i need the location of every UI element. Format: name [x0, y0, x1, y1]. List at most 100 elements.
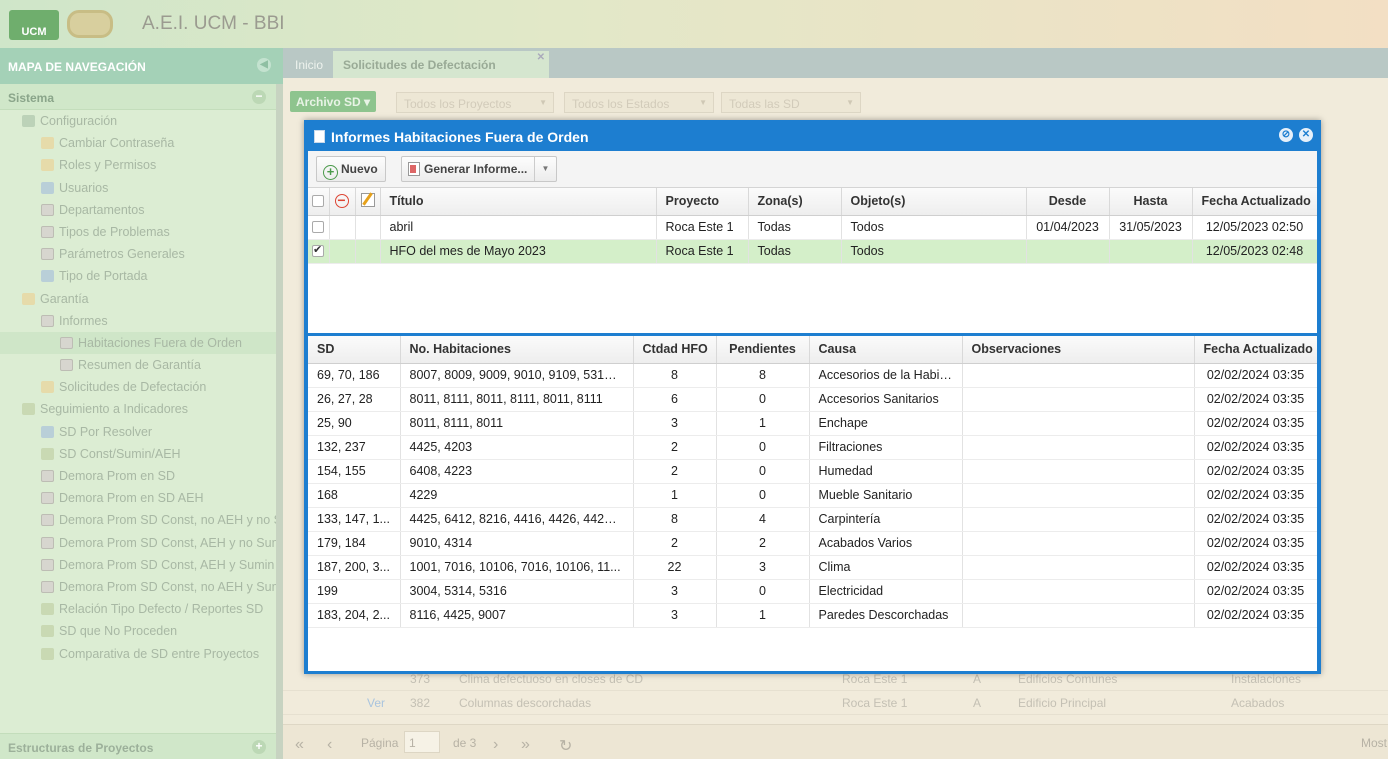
close-tab-icon[interactable]: ✕	[537, 52, 545, 63]
partner-logo	[67, 10, 113, 38]
cell-desde: 01/04/2023	[1026, 215, 1110, 240]
sidebar-item[interactable]: Tipo de Portada	[0, 265, 283, 287]
sidebar-item[interactable]: Relación Tipo Defecto / Reportes SD	[0, 598, 283, 620]
sidebar-item[interactable]: Comparativa de SD entre Proyectos	[0, 643, 283, 665]
cell-fecha-actualizado: 02/02/2024 03:35	[1194, 459, 1317, 484]
sidebar-item[interactable]: Demora Prom en SD	[0, 465, 283, 487]
table-row[interactable]: Ver 382 Columnas descorchadas Roca Este …	[283, 691, 1388, 715]
sidebar-item[interactable]: Usuarios	[0, 177, 283, 199]
hfo-row[interactable]: 183, 204, 2... 8116, 4425, 9007 3 1 Paredes …	[308, 603, 1317, 628]
hfo-row[interactable]: 133, 147, 1... 4425, 6412, 8216, 4416, 44…	[308, 507, 1317, 532]
col-pendientes[interactable]: Pendientes	[716, 336, 810, 364]
refresh-icon[interactable]: ↻	[559, 736, 572, 756]
next-page-icon[interactable]: ›	[493, 736, 498, 754]
report-icon	[408, 162, 420, 176]
archivo-sd-button[interactable]: Archivo SD ▾	[290, 91, 377, 112]
col-desde[interactable]: Desde	[1026, 188, 1110, 216]
hfo-row[interactable]: 187, 200, 3... 1001, 7016, 10106, 7016, 1…	[308, 555, 1317, 580]
hfo-row[interactable]: 179, 184 9010, 4314 2 2 Acabados Varios 02/02…	[308, 531, 1317, 556]
hfo-row[interactable]: 199 3004, 5314, 5316 3 0 Electricidad 02/02/2…	[308, 579, 1317, 604]
close-icon[interactable]: ✕	[1299, 128, 1313, 142]
bar-chart-icon	[41, 603, 54, 616]
collapse-section-icon[interactable]: −	[252, 90, 266, 104]
cell-proyecto: Roca Este 1	[842, 672, 908, 686]
sidebar-item[interactable]: Configuración	[0, 110, 283, 132]
col-causa[interactable]: Causa	[809, 336, 963, 364]
folder-icon	[22, 292, 35, 305]
chevron-down-icon[interactable]: ▼	[534, 157, 556, 181]
first-page-icon[interactable]: «	[295, 736, 304, 754]
sidebar-item[interactable]: Departamentos	[0, 199, 283, 221]
hfo-row[interactable]: 168 4229 1 0 Mueble Sanitario 02/02/2024 03:3…	[308, 483, 1317, 508]
sidebar-item[interactable]: Solicitudes de Defectación	[0, 376, 283, 398]
sidebar-item[interactable]: Roles y Permisos	[0, 154, 283, 176]
sd-select[interactable]: Todas las SD ▼	[721, 92, 861, 113]
generate-report-button[interactable]: Generar Informe... ▼	[401, 156, 557, 182]
page-number-input[interactable]: 1	[404, 731, 440, 753]
cell-causa: Carpintería	[809, 507, 963, 532]
col-fecha-actualizado[interactable]: Fecha Actualizado	[1194, 336, 1317, 364]
row-checkbox[interactable]	[308, 239, 330, 264]
sidebar-item-label: SD que No Proceden	[59, 624, 178, 639]
col-zonas[interactable]: Zona(s)	[748, 188, 842, 216]
cell-lugar: Edificios Comunes	[1018, 672, 1118, 686]
last-page-icon[interactable]: »	[521, 736, 530, 754]
proyectos-select[interactable]: Todos los Proyectos ▼	[396, 92, 554, 113]
ver-link[interactable]: Ver	[367, 696, 385, 710]
tab-solicitudes[interactable]: Solicitudes de Defectación ✕	[333, 51, 549, 78]
window-titlebar[interactable]: Informes Habitaciones Fuera de Orden ⊘ ✕	[304, 120, 1321, 151]
col-fecha[interactable]: Fecha Actualizado	[1192, 188, 1317, 216]
estados-select[interactable]: Todos los Estados ▼	[564, 92, 714, 113]
hfo-row[interactable]: 154, 155 6408, 4223 2 0 Humedad 02/02/2024 03…	[308, 459, 1317, 484]
sidebar-item[interactable]: Demora Prom SD Const, AEH y Sumin	[0, 554, 283, 576]
sidebar-item[interactable]: Cambiar Contraseña	[0, 132, 283, 154]
collapse-sidebar-icon[interactable]: ◀	[257, 58, 271, 72]
row-checkbox[interactable]	[308, 215, 330, 240]
sidebar-item[interactable]: Parámetros Generales	[0, 243, 283, 265]
checkbox-icon[interactable]	[312, 221, 324, 233]
sidebar-item[interactable]: SD que No Proceden	[0, 620, 283, 642]
sidebar-item[interactable]: Garantía	[0, 288, 283, 310]
sidebar-item[interactable]: Seguimiento a Indicadores	[0, 398, 283, 420]
tab-inicio[interactable]: Inicio	[285, 51, 333, 78]
sidebar-item[interactable]: Demora Prom SD Const, AEH y no Sumin	[0, 532, 283, 554]
report-row[interactable]: HFO del mes de Mayo 2023Roca Este 1Todas…	[308, 239, 1317, 264]
expand-section-icon[interactable]: +	[252, 740, 266, 754]
col-sd[interactable]: SD	[308, 336, 401, 364]
section-sistema[interactable]: Sistema −	[0, 84, 283, 110]
cell-observaciones	[962, 507, 1195, 532]
col-proyecto[interactable]: Proyecto	[656, 188, 749, 216]
sidebar-splitter[interactable]	[276, 84, 283, 759]
sidebar-item[interactable]: Habitaciones Fuera de Orden	[0, 331, 283, 355]
select-all-checkbox[interactable]	[308, 188, 330, 216]
hfo-row[interactable]: 132, 237 4425, 4203 2 0 Filtraciones 02/02/20…	[308, 435, 1317, 460]
hfo-row[interactable]: 26, 27, 28 8011, 8111, 8011, 8111, 8011, …	[308, 387, 1317, 412]
sidebar-item[interactable]: Demora Prom SD Const, no AEH y Sumin	[0, 576, 283, 598]
col-titulo[interactable]: Título	[380, 188, 657, 216]
edit-column-icon[interactable]	[355, 188, 381, 216]
section-estructuras[interactable]: Estructuras de Proyectos +	[0, 733, 283, 759]
sidebar-item[interactable]: Resumen de Garantía	[0, 354, 283, 376]
col-hasta[interactable]: Hasta	[1109, 188, 1193, 216]
hfo-row[interactable]: 69, 70, 186 8007, 8009, 9009, 9010, 9109,…	[308, 363, 1317, 388]
sidebar-item[interactable]: SD Por Resolver	[0, 421, 283, 443]
delete-column-icon[interactable]: −	[329, 188, 356, 216]
key-icon	[41, 159, 54, 172]
checkbox-icon[interactable]	[312, 243, 324, 257]
sidebar-item[interactable]: Demora Prom en SD AEH	[0, 487, 283, 509]
sidebar-item[interactable]: Tipos de Problemas	[0, 221, 283, 243]
minimize-icon[interactable]: ⊘	[1279, 128, 1293, 142]
sidebar-item[interactable]: Demora Prom SD Const, no AEH y no Sumin	[0, 509, 283, 531]
sidebar-item[interactable]: Informes	[0, 310, 283, 332]
col-habitaciones[interactable]: No. Habitaciones	[400, 336, 634, 364]
hfo-row[interactable]: 25, 90 8011, 8111, 8011 3 1 Enchape 02/02/202…	[308, 411, 1317, 436]
col-objetos[interactable]: Objeto(s)	[841, 188, 1027, 216]
new-button[interactable]: + Nuevo	[316, 156, 386, 182]
report-row[interactable]: abril Roca Este 1 Todas Todos 01/04/2023 31/0…	[308, 215, 1317, 240]
prev-page-icon[interactable]: ‹	[327, 736, 332, 754]
col-observaciones[interactable]: Observaciones	[962, 336, 1195, 364]
col-ctdad-hfo[interactable]: Ctdad HFO	[633, 336, 717, 364]
sidebar-item[interactable]: SD Const/Sumin/AEH	[0, 443, 283, 465]
cell-fecha: 12/05/2023 02:50	[1192, 215, 1317, 240]
edit-icon	[360, 192, 375, 207]
